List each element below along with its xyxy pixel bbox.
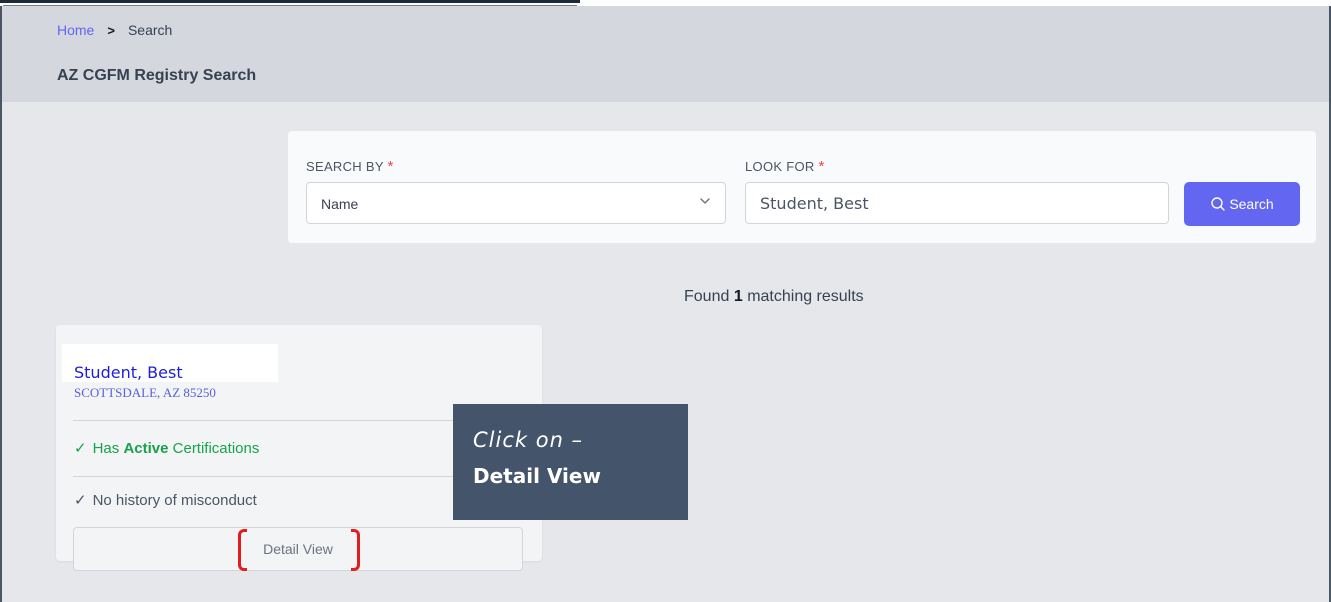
- search-by-value: Name: [321, 196, 359, 212]
- breadcrumb-current: Search: [127, 22, 173, 38]
- page-frame: Home > Search AZ CGFM Registry Search SE…: [0, 6, 1331, 602]
- search-by-label-text: SEARCH BY: [306, 159, 384, 174]
- top-border-line: [0, 0, 580, 3]
- check-icon: ✓: [74, 492, 87, 509]
- detail-view-button[interactable]: Detail View: [73, 527, 523, 571]
- breadcrumb-home-link[interactable]: Home: [57, 22, 94, 38]
- results-count: 1: [733, 288, 743, 305]
- cert-suffix: Certifications: [172, 439, 260, 457]
- search-by-label: SEARCH BY *: [306, 158, 394, 175]
- look-for-label: LOOK FOR *: [745, 158, 825, 175]
- breadcrumb-separator: >: [107, 22, 115, 38]
- conduct-text: No history of misconduct: [92, 491, 257, 509]
- highlight-bracket-left: [238, 529, 247, 571]
- page-title: AZ CGFM Registry Search: [57, 67, 257, 84]
- page-header: Home > Search AZ CGFM Registry Search: [2, 6, 1329, 102]
- search-icon: [1211, 197, 1226, 211]
- cert-status: Active: [123, 439, 169, 457]
- search-button-label: Search: [1229, 196, 1274, 212]
- result-location: SCOTTSDALE, AZ 85250: [74, 385, 216, 400]
- breadcrumb: Home > Search: [57, 22, 172, 38]
- look-for-label-text: LOOK FOR: [745, 159, 815, 174]
- required-marker: *: [818, 158, 825, 175]
- highlight-bracket-right: [351, 529, 360, 571]
- results-suffix: matching results: [747, 288, 864, 305]
- result-name-link[interactable]: Student, Best: [74, 363, 183, 382]
- chevron-down-icon: [700, 198, 710, 204]
- conduct-status: ✓ No history of misconduct: [74, 491, 257, 510]
- search-by-select[interactable]: Name: [306, 182, 726, 224]
- certification-status: ✓ Has Active Certifications: [74, 439, 260, 458]
- check-icon: ✓: [74, 440, 87, 457]
- search-button[interactable]: Search: [1184, 182, 1300, 226]
- callout-line2: Detail View: [473, 464, 601, 488]
- results-summary: Found 1 matching results: [684, 288, 864, 306]
- callout-line1: Click on –: [473, 428, 584, 452]
- cert-prefix: Has: [92, 439, 120, 457]
- instruction-callout: Click on – Detail View: [453, 404, 688, 520]
- required-marker: *: [387, 158, 394, 175]
- look-for-input[interactable]: [745, 182, 1169, 224]
- results-prefix: Found: [684, 288, 730, 305]
- search-panel: SEARCH BY * LOOK FOR * Name Search: [288, 131, 1316, 243]
